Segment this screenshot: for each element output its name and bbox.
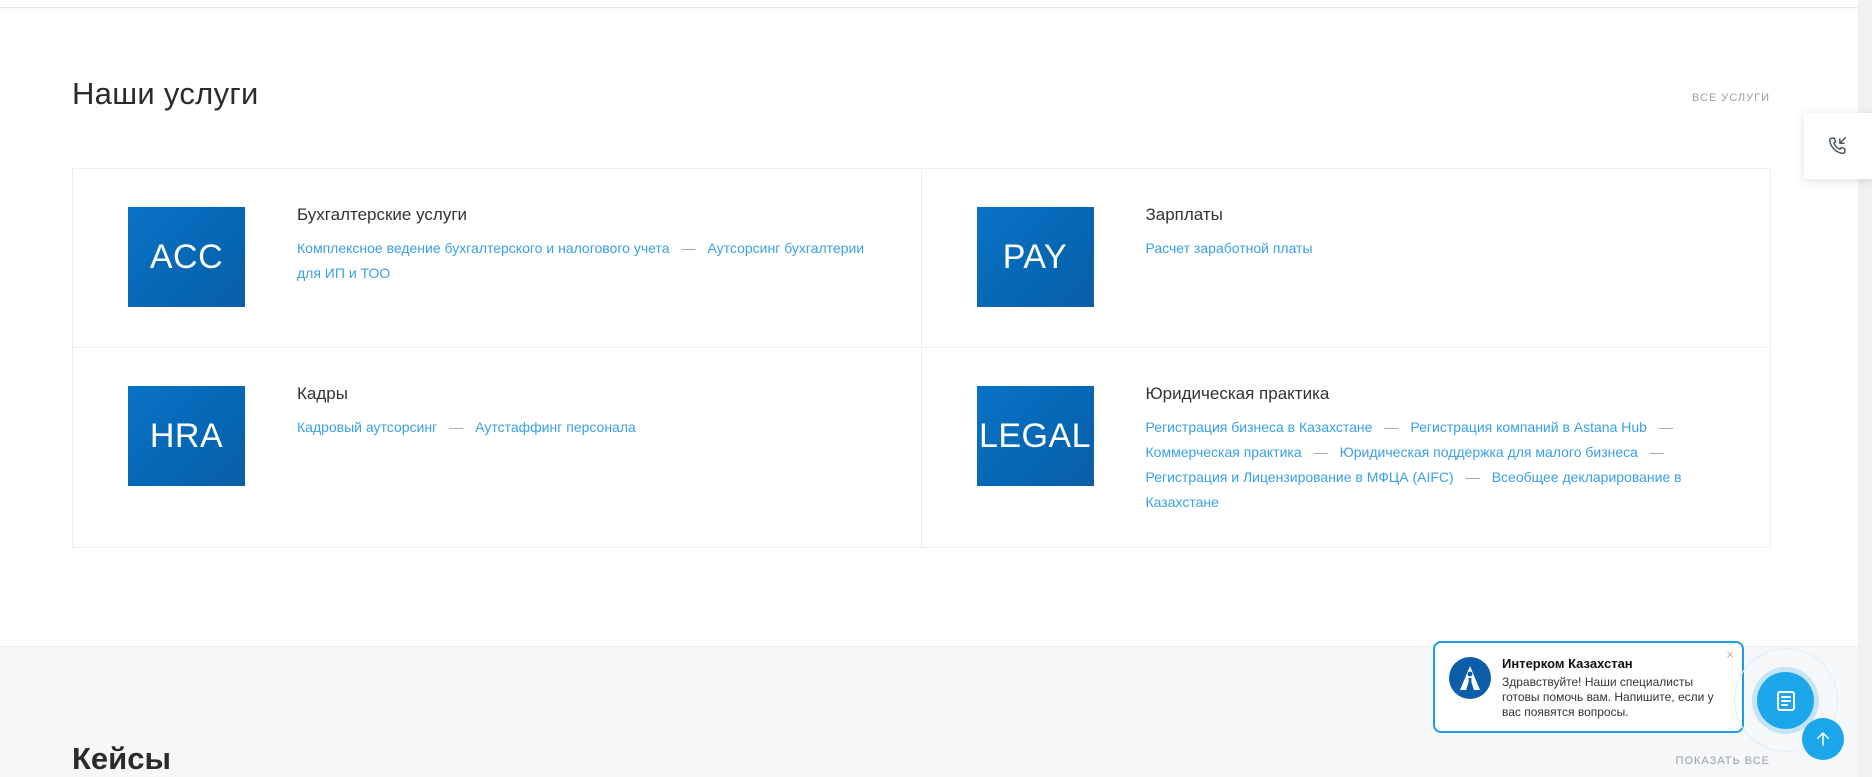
link-separator: — — [1465, 469, 1480, 485]
service-title-hr[interactable]: Кадры — [297, 384, 891, 404]
service-card-legal: LEGAL Юридическая практика Регистрация б… — [922, 348, 1771, 547]
company-logo — [1449, 657, 1491, 699]
service-link[interactable]: Регистрация бизнеса в Казахстане — [1146, 419, 1373, 435]
service-card-hr: HRA Кадры Кадровый аутсорсинг — Аутстаффин… — [73, 348, 922, 547]
link-separator: — — [1658, 419, 1673, 435]
service-links-hr: Кадровый аутсорсинг — Аутстаффинг персонал… — [297, 415, 891, 440]
show-all-cases-link[interactable]: ПОКАЗАТЬ ВСЕ — [1676, 755, 1770, 767]
scroll-up-button[interactable] — [1802, 718, 1844, 760]
service-card-accounting: ACC Бухгалтерские услуги Комплексное вед… — [73, 169, 922, 348]
service-title-accounting[interactable]: Бухгалтерские услуги — [297, 205, 891, 225]
service-links-accounting: Комплексное ведение бухгалтерского и нал… — [297, 236, 891, 286]
open-chat-button[interactable] — [1757, 672, 1814, 729]
cases-title: Кейсы — [72, 741, 171, 776]
link-separator: — — [1313, 444, 1328, 460]
phone-callback-icon — [1829, 137, 1847, 155]
service-link[interactable]: Регистрация компаний в Astana Hub — [1410, 419, 1647, 435]
all-services-link[interactable]: ВСЕ УСЛУГИ — [1692, 92, 1770, 104]
service-link[interactable]: Регистрация и Лицензирование в МФЦА (AIF… — [1146, 469, 1454, 485]
service-link[interactable]: Кадровый аутсорсинг — [297, 419, 437, 435]
service-link[interactable]: Расчет заработной платы — [1146, 240, 1313, 256]
service-link[interactable]: Комплексное ведение бухгалтерского и нал… — [297, 240, 669, 256]
service-links-payroll: Расчет заработной платы — [1146, 236, 1741, 261]
callback-button[interactable] — [1804, 113, 1872, 179]
service-link[interactable]: Юридическая поддержка для малого бизнеса — [1340, 444, 1638, 460]
service-badge-acc[interactable]: ACC — [128, 207, 245, 307]
close-icon[interactable]: × — [1726, 647, 1734, 662]
chat-company-name: Интерком Казахстан — [1502, 656, 1633, 671]
link-separator: — — [1649, 444, 1664, 460]
services-title: Наши услуги — [72, 76, 259, 111]
service-links-legal: Регистрация бизнеса в Казахстане — Регистр… — [1146, 415, 1741, 515]
chat-popup[interactable]: Интерком Казахстан Здравствуйте! Наши сп… — [1433, 641, 1744, 733]
link-separator: — — [681, 240, 696, 256]
arrow-up-icon — [1817, 732, 1829, 746]
link-separator: — — [449, 419, 464, 435]
services-grid: ACC Бухгалтерские услуги Комплексное вед… — [72, 168, 1771, 548]
chat-message: Здравствуйте! Наши специалисты готовы по… — [1502, 675, 1714, 719]
service-card-payroll: PAY Зарплаты Расчет заработной платы — [921, 169, 1770, 348]
service-badge-legal[interactable]: LEGAL — [976, 386, 1094, 486]
chat-icon — [1776, 690, 1795, 711]
service-link[interactable]: Аутстаффинг персонала — [475, 419, 636, 435]
header-bottom-border — [0, 0, 1872, 8]
service-badge-pay[interactable]: PAY — [976, 207, 1094, 307]
service-title-payroll[interactable]: Зарплаты — [1146, 205, 1741, 225]
link-separator: — — [1384, 419, 1399, 435]
service-badge-hra[interactable]: HRA — [128, 386, 245, 486]
service-title-legal[interactable]: Юридическая практика — [1146, 384, 1741, 404]
service-link[interactable]: Коммерческая практика — [1146, 444, 1302, 460]
